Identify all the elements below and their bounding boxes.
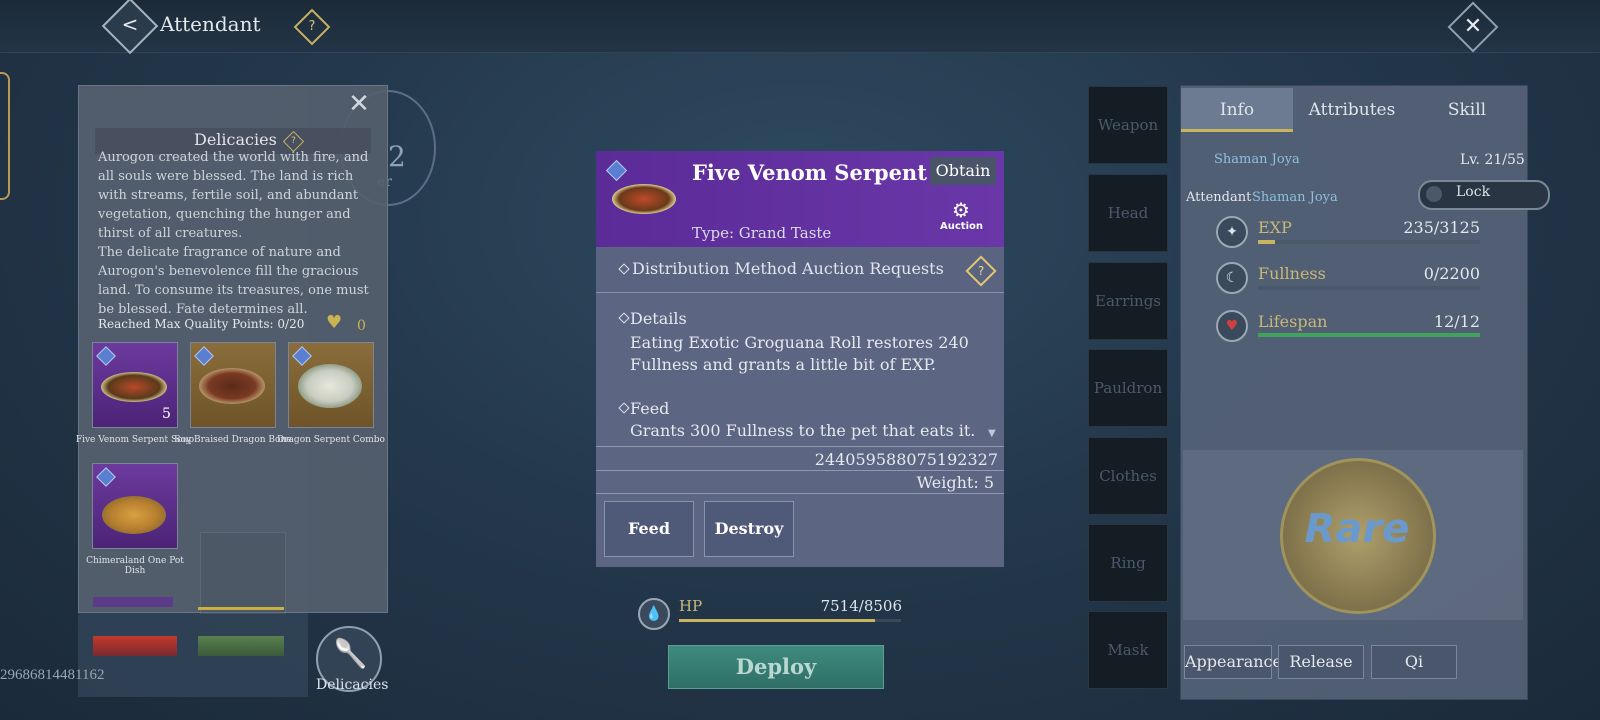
item-label: Dragon Serpent Combo (277, 435, 385, 445)
lock-toggle-knob (1426, 186, 1442, 202)
details-title: Details (630, 309, 687, 328)
attendant-label: Attendant (1186, 190, 1252, 205)
hotpot-dish-icon (102, 496, 166, 534)
help-icon: ? (977, 264, 985, 278)
lifespan-heart-icon: ♥ (1216, 310, 1248, 342)
pet-slot[interactable] (198, 636, 284, 656)
bowl-dish-icon (298, 364, 362, 408)
stat-value-lifespan: 12/12 (1433, 312, 1480, 331)
exp-icon: ✦ (1216, 216, 1248, 248)
appearance-button[interactable]: Appearance (1184, 645, 1282, 679)
equip-slot-ring[interactable]: Ring (1088, 524, 1168, 602)
tab-skill[interactable]: Skill (1411, 88, 1523, 132)
pet-slot[interactable] (93, 597, 173, 607)
stat-value-fullness: 0/2200 (1423, 264, 1480, 283)
item-id: 244059588075192327 (814, 450, 998, 469)
deploy-button[interactable]: Deploy (668, 645, 884, 689)
soup-dish-icon (612, 184, 676, 214)
auction-icon[interactable]: ⚙ (948, 198, 974, 222)
quality-points-label: Reached Max Quality Points: 0/20 (98, 317, 305, 331)
pet-name: Shaman Joya (1214, 152, 1300, 167)
details-text: Eating Exotic Groguana Roll restores 240… (630, 333, 969, 374)
background-ring-number: 2 (388, 140, 406, 173)
qi-button[interactable]: Qi (1371, 645, 1457, 679)
equip-slot-weapon[interactable]: Weapon (1088, 86, 1168, 164)
lock-label: Lock (1456, 184, 1491, 200)
close-icon: ✕ (1463, 14, 1483, 39)
tab-attributes[interactable]: Attributes (1296, 88, 1408, 132)
item-label: Chimeraland One Pot Dish (86, 556, 184, 576)
divider (596, 493, 1004, 494)
back-arrow-icon[interactable]: < (118, 12, 142, 36)
feed-button[interactable]: Feed (604, 501, 694, 557)
rarity-label: Rare (1304, 506, 1410, 552)
pet-slot-selected[interactable] (198, 597, 284, 610)
popup-close-icon[interactable]: ✕ (346, 91, 372, 117)
divider (596, 470, 1004, 471)
distribution-value: Auction Requests (802, 259, 944, 278)
equip-slot-mask[interactable]: Mask (1088, 611, 1168, 689)
heart-icon: ♥ (326, 312, 343, 333)
hp-bar-fill (679, 619, 876, 622)
help-icon: ? (308, 19, 316, 34)
feed-text: Grants 300 Fullness to the pet that eats… (630, 421, 976, 440)
page-title: Attendant (160, 12, 261, 36)
divider (596, 446, 1004, 447)
stat-name-exp: EXP (1258, 218, 1292, 237)
delicacies-tab-label: Delicacies (316, 677, 389, 693)
feed-title: Feed (630, 399, 670, 418)
stat-bar-fill (1258, 333, 1480, 337)
popup-description: Aurogon created the world with fire, and… (98, 150, 369, 317)
braised-dish-icon (199, 368, 265, 404)
obtain-button[interactable]: Obtain (930, 157, 996, 185)
item-count: 5 (162, 406, 171, 422)
pet-level: Lv. 21/55 (1460, 152, 1525, 168)
player-id: 2968681448116​2 (0, 667, 105, 683)
equip-slot-clothes[interactable]: Clothes (1088, 437, 1168, 515)
soup-dish-icon (101, 372, 167, 402)
auction-label: Auction (940, 221, 983, 232)
left-edge-tab[interactable] (0, 72, 10, 200)
hp-bar (679, 619, 901, 622)
food-icon: 🥄 (333, 637, 368, 670)
hp-drop-icon: 💧 (638, 598, 670, 630)
stat-bar-fill (1258, 240, 1275, 244)
hp-label: HP (679, 597, 703, 615)
tab-info[interactable]: Info (1181, 88, 1293, 132)
item-type: Type: Grand Taste (692, 224, 832, 242)
release-button[interactable]: Release (1278, 645, 1364, 679)
stat-bar-fullness (1258, 286, 1480, 290)
hp-value: 7514/8506 (820, 597, 902, 615)
stat-bar-exp (1258, 240, 1480, 244)
scroll-down-icon[interactable]: ▼ (988, 428, 996, 439)
stat-value-exp: 235/3125 (1403, 218, 1480, 237)
item-weight: Weight: 5 (916, 473, 994, 492)
stat-bar-lifespan (1258, 333, 1480, 337)
distribution-label: Distribution Method (632, 259, 797, 278)
attendant-name: Shaman Joya (1252, 190, 1338, 205)
pet-slot[interactable] (93, 636, 177, 656)
help-icon: ? (291, 136, 296, 146)
equip-slot-head[interactable]: Head (1088, 174, 1168, 252)
stat-name-fullness: Fullness (1258, 264, 1326, 283)
popup-title: Delicacies (194, 130, 277, 149)
stat-name-lifespan: Lifespan (1258, 312, 1328, 331)
quality-points-value: 0 (357, 318, 366, 334)
equip-slot-pauldron[interactable]: Pauldron (1088, 349, 1168, 427)
destroy-button[interactable]: Destroy (704, 501, 794, 557)
equip-slot-earrings[interactable]: Earrings (1088, 262, 1168, 340)
fullness-icon: ☾ (1216, 262, 1248, 294)
